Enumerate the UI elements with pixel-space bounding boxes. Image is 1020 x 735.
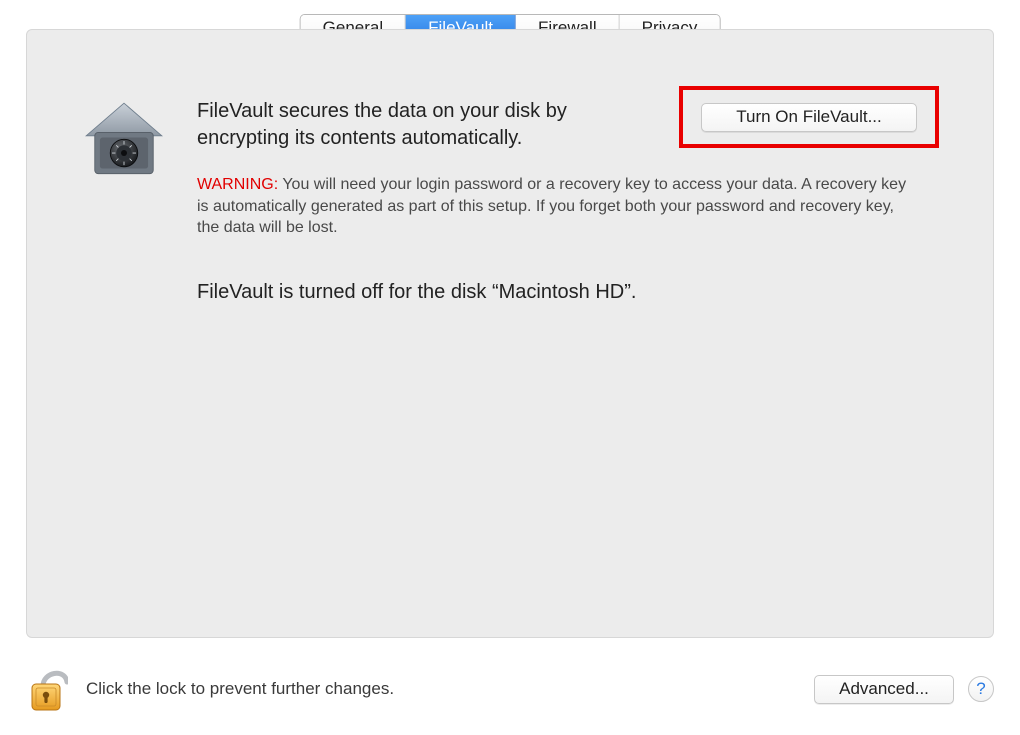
filevault-panel: FileVault secures the data on your disk … xyxy=(26,29,994,638)
filevault-description: FileVault secures the data on your disk … xyxy=(197,98,657,152)
lock-hint-text: Click the lock to prevent further change… xyxy=(86,679,814,699)
help-button[interactable]: ? xyxy=(968,676,994,702)
warning-text: You will need your login password or a r… xyxy=(197,176,906,236)
advanced-button[interactable]: Advanced... xyxy=(814,675,954,704)
warning-label: WARNING: xyxy=(197,176,278,193)
warning-block: WARNING: You will need your login passwo… xyxy=(197,174,917,239)
filevault-icon xyxy=(81,98,171,189)
turn-on-filevault-button[interactable]: Turn On FileVault... xyxy=(701,103,917,132)
footer-bar: Click the lock to prevent further change… xyxy=(26,659,994,719)
turn-on-highlight: Turn On FileVault... xyxy=(679,86,939,148)
lock-icon[interactable] xyxy=(26,664,68,714)
filevault-status: FileVault is turned off for the disk “Ma… xyxy=(197,281,959,304)
